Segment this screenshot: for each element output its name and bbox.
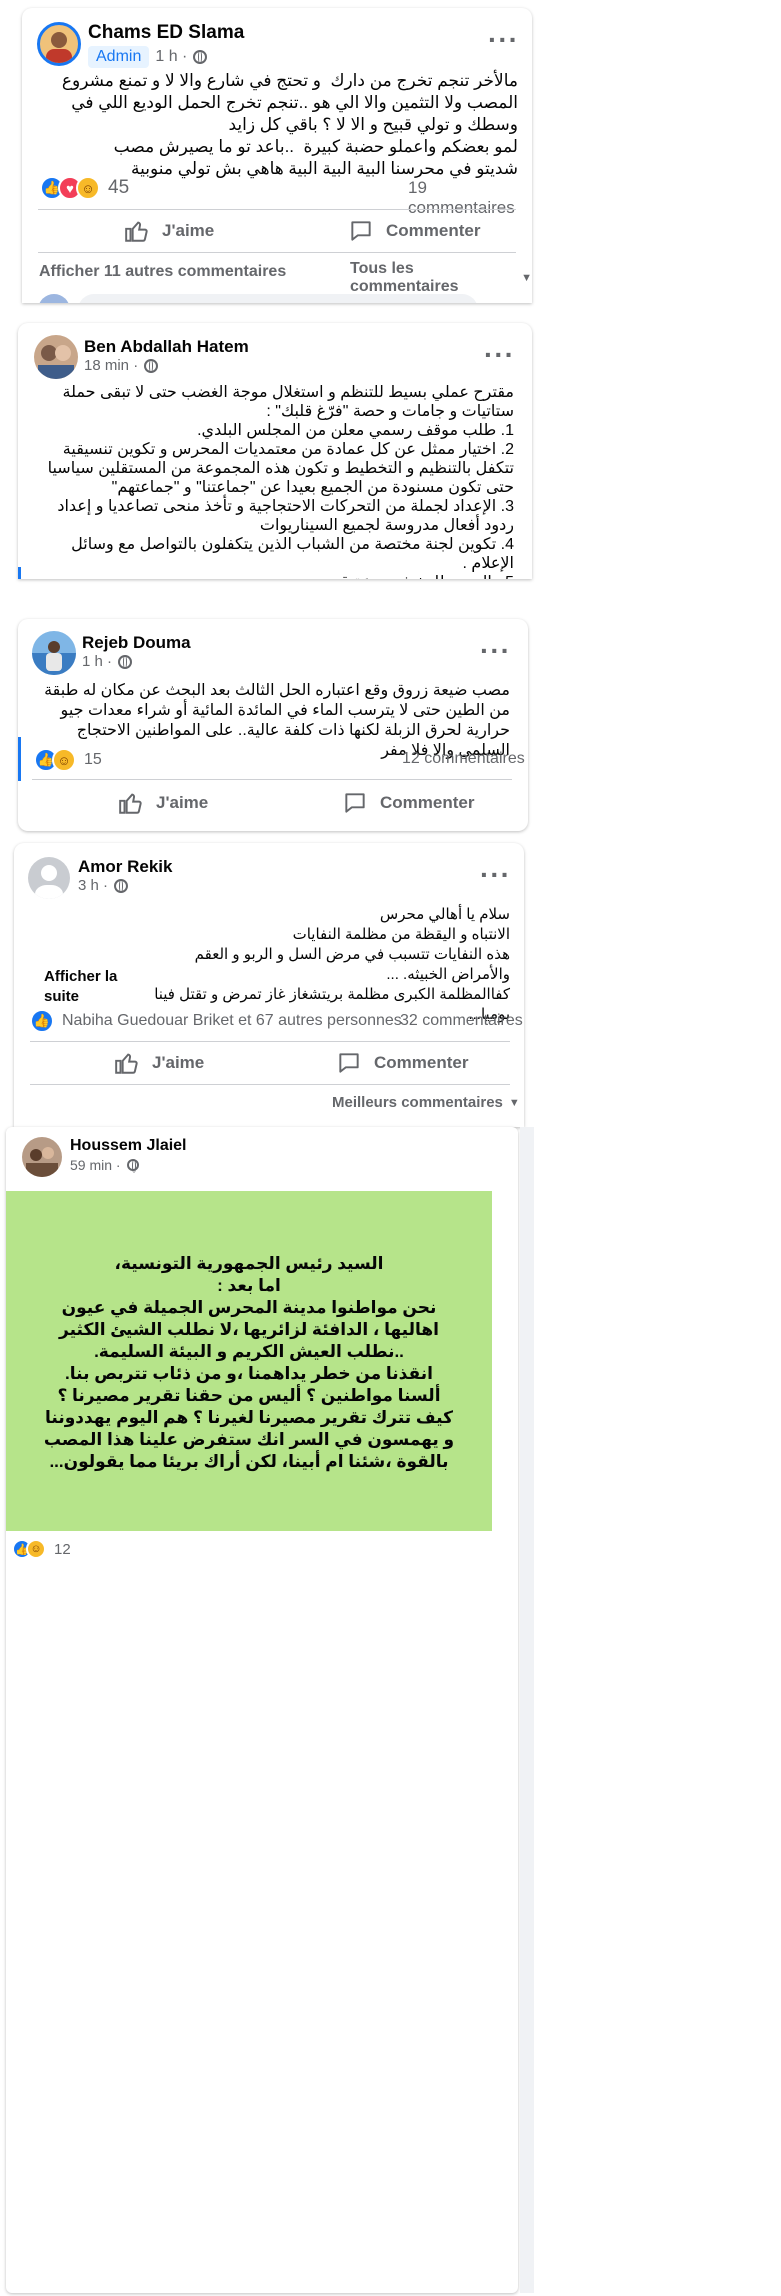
- colored-background-post: السيد رئيس الجمهورية التونسية، اما بعد :…: [6, 1191, 492, 1531]
- scroll-gutter: [520, 1127, 534, 2293]
- divider: [38, 209, 516, 210]
- author-name[interactable]: Amor Rekik: [78, 857, 172, 877]
- globe-icon: [144, 358, 159, 373]
- comments-count[interactable]: 19 commentaires: [408, 178, 532, 218]
- like-label: J'aime: [162, 221, 215, 240]
- post-meta: 59 min ·: [70, 1157, 139, 1173]
- avatar[interactable]: [22, 1137, 62, 1177]
- comment-button[interactable]: Commenter: [336, 1050, 468, 1076]
- reactions-count: 45: [108, 177, 130, 198]
- globe-icon: [126, 1159, 139, 1173]
- comment-bubble-icon: [339, 1053, 359, 1073]
- comments-count[interactable]: 12 commentaires: [402, 750, 525, 768]
- post-card: Ben Abdallah Hatem 18 min · ··· مقترح عم…: [18, 323, 532, 579]
- divider: [30, 1041, 510, 1042]
- highlight-bar: [18, 567, 21, 579]
- comments-filter-label: Meilleurs commentaires: [332, 1094, 503, 1111]
- care-reaction-icon: ☺: [76, 176, 100, 200]
- author-name[interactable]: Rejeb Douma: [82, 633, 191, 653]
- reactions-summary[interactable]: 👍 ☺ 15: [34, 748, 102, 772]
- reactions-count: 12: [54, 1540, 71, 1558]
- post-meta: 1 h ·: [82, 653, 133, 670]
- post-card: Rejeb Douma 1 h · ··· مصب ضيعة زروق وقع …: [18, 619, 528, 831]
- comments-filter[interactable]: Tous les commentaires ▼: [350, 260, 532, 296]
- comment-label: Commenter: [380, 793, 475, 812]
- like-reaction-icon: 👍: [30, 1009, 54, 1033]
- more-dots-icon[interactable]: ···: [484, 341, 515, 369]
- like-button[interactable]: J'aime: [124, 218, 214, 244]
- comment-button[interactable]: Commenter: [342, 790, 474, 816]
- more-dots-icon[interactable]: ···: [480, 637, 511, 665]
- post-text: سلام يا أهالي محرس الانتباه و اليقظة من …: [154, 906, 510, 1023]
- like-label: J'aime: [156, 793, 209, 812]
- like-label: J'aime: [152, 1053, 205, 1072]
- comment-avatar-stub: [38, 294, 70, 303]
- chevron-down-icon: ▼: [521, 272, 532, 284]
- post-card: Houssem Jlaiel 59 min · السيد رئيس الجمه…: [6, 1127, 518, 2293]
- more-dots-icon[interactable]: ···: [480, 861, 511, 889]
- post-meta: 18 min ·: [84, 357, 159, 374]
- like-button[interactable]: J'aime: [114, 1050, 204, 1076]
- comment-label: Commenter: [386, 221, 481, 240]
- reactions-summary[interactable]: 👍 ☺ 12: [12, 1539, 71, 1559]
- comment-bubble-icon: [351, 221, 371, 241]
- post-time[interactable]: 1 h ·: [82, 653, 112, 670]
- comments-count[interactable]: 32 commentaires: [400, 1012, 523, 1030]
- admin-badge: Admin: [88, 46, 150, 68]
- author-name[interactable]: Houssem Jlaiel: [70, 1137, 187, 1155]
- comments-filter-label: Tous les commentaires: [350, 260, 459, 295]
- chevron-down-icon: ▼: [508, 1096, 520, 1109]
- like-button[interactable]: J'aime: [118, 790, 208, 816]
- avatar[interactable]: [37, 22, 81, 66]
- comment-bubble-icon: [345, 793, 365, 813]
- divider: [38, 252, 516, 253]
- post-meta: 3 h ·: [78, 877, 129, 894]
- thumbs-up-icon: [115, 1053, 138, 1074]
- thumbs-up-icon: [125, 221, 148, 242]
- post-text: مالأخر تنجم تخرج من دارك و تحتج في شارع …: [61, 71, 518, 178]
- thumbs-up-icon: [119, 793, 142, 814]
- reactions-summary[interactable]: 👍 Nabiha Guedouar Briket et 67 autres pe…: [30, 1009, 402, 1033]
- avatar[interactable]: [28, 857, 70, 899]
- reactions-count: 15: [84, 751, 102, 768]
- post-text: مصب ضيعة زروق وقع اعتباره الحل الثالث بع…: [39, 682, 510, 759]
- care-reaction-icon: ☺: [26, 1539, 46, 1559]
- globe-icon: [193, 50, 208, 64]
- post-time[interactable]: 1 h ·: [155, 48, 187, 66]
- comments-filter[interactable]: Meilleurs commentaires ▼: [332, 1094, 520, 1111]
- globe-icon: [114, 878, 129, 893]
- see-more-link[interactable]: Afficher la suite: [44, 967, 134, 1007]
- divider: [30, 1084, 510, 1085]
- post-time[interactable]: 3 h ·: [78, 877, 108, 894]
- comment-input-stub[interactable]: [78, 294, 478, 303]
- author-name[interactable]: Ben Abdallah Hatem: [84, 337, 249, 357]
- avatar[interactable]: [34, 335, 78, 379]
- author-name[interactable]: Chams ED Slama: [88, 22, 244, 44]
- divider: [32, 779, 512, 780]
- avatar[interactable]: [32, 631, 76, 675]
- post-text: السيد رئيس الجمهورية التونسية، اما بعد :…: [43, 1254, 455, 1471]
- post-card: Amor Rekik 3 h · ··· سلام يا أهالي محرس …: [14, 843, 524, 1127]
- reactions-summary[interactable]: 👍 ♥ ☺ 45: [40, 176, 129, 200]
- highlight-bar: [18, 737, 21, 781]
- care-reaction-icon: ☺: [52, 748, 76, 772]
- post-time[interactable]: 18 min ·: [84, 357, 138, 374]
- post-card: Chams ED Slama Admin 1 h · ··· مالأخر تن…: [22, 8, 532, 303]
- post-meta: Admin 1 h ·: [88, 46, 208, 68]
- post-text: مقترح عملي بسيط للتنظم و استغلال موجة ال…: [47, 384, 514, 579]
- more-comments-link[interactable]: Afficher 11 autres commentaires: [39, 263, 286, 281]
- post-time[interactable]: 59 min ·: [70, 1157, 121, 1173]
- comment-label: Commenter: [374, 1053, 469, 1072]
- globe-icon: [118, 654, 133, 669]
- reactions-names: Nabiha Guedouar Briket et 67 autres pers…: [62, 1012, 402, 1029]
- more-dots-icon[interactable]: ···: [488, 26, 519, 54]
- comment-button[interactable]: Commenter: [348, 218, 480, 244]
